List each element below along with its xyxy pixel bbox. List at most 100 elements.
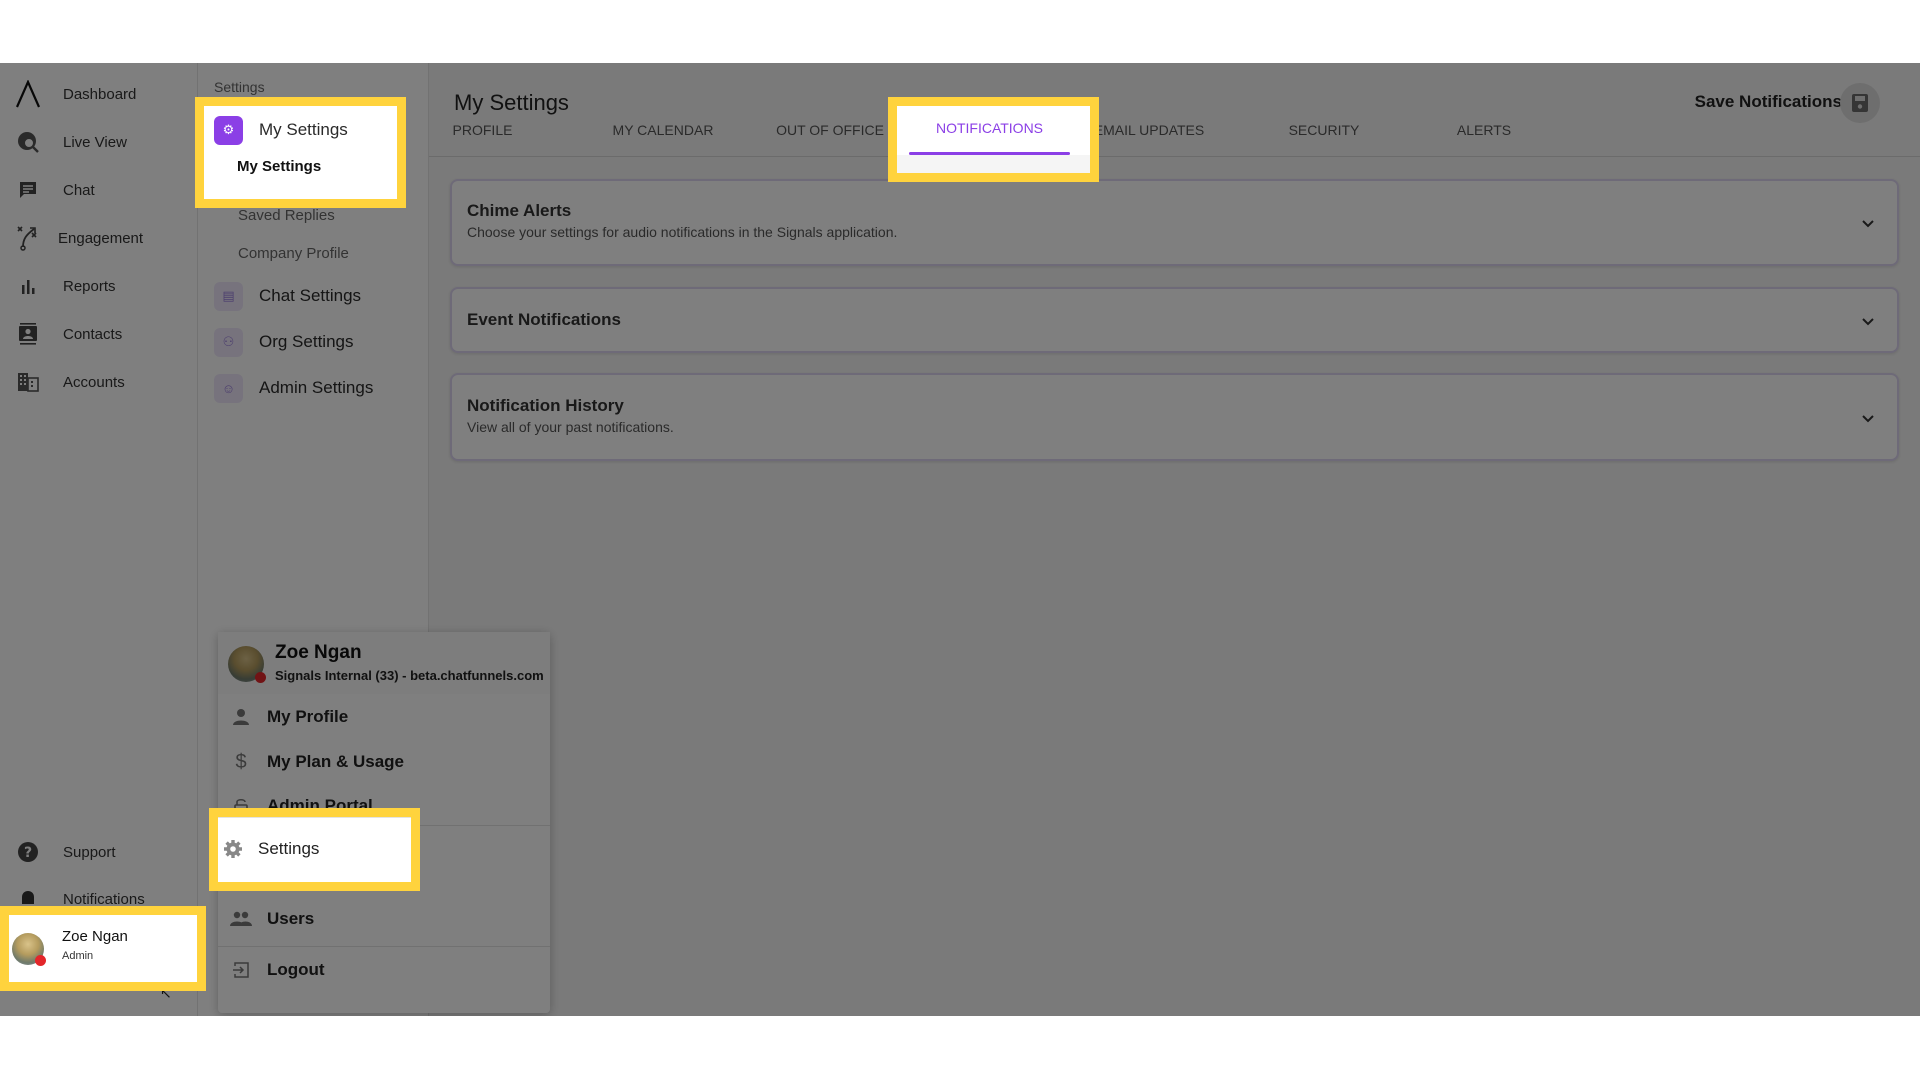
nav-item-live-view[interactable]: Live View [0, 122, 198, 162]
main-content: My Settings Save Notifications PROFILE M… [429, 63, 1920, 1016]
menu-item-label: Settings [258, 839, 320, 858]
settings-submenu-header: Settings [214, 79, 265, 95]
section-title: Notification History [467, 396, 624, 415]
status-dot [35, 955, 46, 966]
user-org: Signals Internal (33) - beta.chatfunnels… [275, 668, 544, 683]
menu-divider [218, 817, 411, 818]
person-icon [230, 706, 252, 728]
nav-label: Live View [63, 133, 127, 151]
section-description: Choose your settings for audio notificat… [467, 224, 898, 240]
submenu-item-company-profile[interactable]: Company Profile [238, 245, 349, 262]
tab-email-updates[interactable]: EMAIL UPDATES [1084, 121, 1214, 157]
app-window: Dashboard Live View Chat Engagement Repo… [0, 63, 1920, 1016]
submenu-group-label: Chat Settings [259, 286, 362, 305]
nav-item-accounts[interactable]: Accounts [0, 362, 198, 402]
logout-icon [230, 959, 252, 981]
submenu-group-org-settings[interactable]: ⚇ Org Settings [214, 325, 354, 359]
menu-item-my-profile[interactable]: My Profile [218, 695, 550, 739]
menu-item-label: My Plan & Usage [267, 752, 404, 771]
nav-label: Notifications [63, 890, 145, 908]
submenu-group-label: My Settings [259, 120, 348, 139]
save-button[interactable] [1840, 83, 1880, 123]
svg-text:?: ? [24, 845, 32, 861]
strategy-icon [15, 225, 41, 251]
building-icon [15, 369, 41, 395]
bar-chart-icon [15, 273, 41, 299]
dollar-icon: $ [235, 750, 247, 773]
user-role: Admin [62, 950, 94, 962]
section-description: View all of your past notifications. [467, 419, 674, 435]
logo-caret-icon [15, 80, 41, 108]
status-dot [255, 672, 266, 683]
nav-label: Contacts [63, 325, 123, 343]
submenu-group-label: Org Settings [259, 332, 354, 351]
nav-item-engagement[interactable]: Engagement [0, 218, 198, 258]
menu-item-label: Users [267, 909, 315, 928]
globe-search-icon [15, 129, 41, 155]
avatar [12, 933, 46, 966]
user-chip[interactable]: Zoe Ngan Admin [9, 915, 197, 982]
tab-notifications-highlight[interactable]: NOTIFICATIONS [909, 119, 1070, 155]
submenu-group-label: Admin Settings [259, 378, 374, 397]
nav-label: Accounts [63, 373, 125, 391]
tab-security[interactable]: SECURITY [1259, 121, 1389, 157]
highlight-user-chip: Zoe Ngan Admin [0, 906, 206, 991]
section-title: Chime Alerts [467, 201, 572, 220]
page-title: My Settings [454, 90, 569, 115]
submenu-item-my-settings-highlight[interactable]: My Settings [237, 158, 321, 175]
gear-icon: ⚙ [214, 115, 243, 145]
nav-label: Chat [63, 181, 95, 199]
highlight-notifications-tab: NOTIFICATIONS [888, 97, 1099, 182]
contact-card-icon [15, 321, 41, 347]
menu-item-settings[interactable]: Settings [218, 827, 408, 871]
submenu-group-my-settings-highlight[interactable]: ⚙ My Settings [214, 113, 348, 147]
nav-item-chat[interactable]: Chat [0, 170, 198, 210]
submenu-group-admin-settings[interactable]: ☺ Admin Settings [214, 371, 373, 405]
floppy-disk-icon [1852, 94, 1868, 112]
menu-item-my-plan-usage[interactable]: $ My Plan & Usage [218, 740, 550, 784]
nav-label: Support [63, 843, 116, 861]
chevron-down-icon [1862, 318, 1874, 326]
nav-label: Engagement [58, 229, 144, 247]
gear-icon [222, 838, 244, 860]
settings-tabs: PROFILE MY CALENDAR OUT OF OFFICE NOTIFI… [429, 121, 1920, 157]
people-icon [230, 908, 252, 930]
tab-profile[interactable]: PROFILE [429, 121, 536, 157]
chevron-down-icon [1862, 415, 1874, 423]
section-notification-history[interactable]: Notification History View all of your pa… [450, 373, 1899, 461]
menu-item-label: Logout [267, 960, 325, 979]
menu-item-logout[interactable]: Logout [218, 948, 550, 992]
user-name: Zoe Ngan [275, 642, 362, 663]
tab-out-of-office[interactable]: OUT OF OFFICE [754, 121, 906, 157]
user-name: Zoe Ngan [62, 928, 128, 945]
nav-item-support[interactable]: ? Support [0, 832, 198, 872]
nav-label: Reports [63, 277, 116, 295]
tab-underline-area [897, 155, 1090, 173]
highlight-my-settings: ⚙ My Settings My Settings [195, 97, 406, 208]
help-circle-icon: ? [15, 839, 41, 865]
chat-settings-icon: ▤ [214, 281, 243, 311]
section-title: Event Notifications [467, 310, 621, 329]
avatar [228, 646, 266, 683]
tab-alerts[interactable]: ALERTS [1419, 121, 1549, 157]
chevron-down-icon [1862, 220, 1874, 228]
highlight-settings-menu-item: Settings [209, 808, 420, 891]
nav-label: Dashboard [63, 85, 137, 103]
nav-item-reports[interactable]: Reports [0, 266, 198, 306]
left-nav: Dashboard Live View Chat Engagement Repo… [0, 63, 198, 1016]
nav-item-contacts[interactable]: Contacts [0, 314, 198, 354]
section-chime-alerts[interactable]: Chime Alerts Choose your settings for au… [450, 179, 1899, 266]
nav-item-dashboard[interactable]: Dashboard [0, 74, 198, 114]
tab-my-calendar[interactable]: MY CALENDAR [589, 121, 737, 157]
org-icon: ⚇ [214, 327, 243, 357]
menu-item-users[interactable]: Users [218, 897, 550, 941]
submenu-group-chat-settings[interactable]: ▤ Chat Settings [214, 279, 361, 313]
save-notifications-label[interactable]: Save Notifications [1695, 92, 1842, 112]
submenu-item-saved-replies[interactable]: Saved Replies [238, 207, 335, 224]
menu-item-label: My Profile [267, 707, 349, 726]
admin-icon: ☺ [214, 373, 243, 403]
chat-bubble-icon [15, 177, 41, 203]
user-menu-header: Zoe Ngan Signals Internal (33) - beta.ch… [218, 632, 550, 694]
menu-divider [218, 946, 550, 947]
section-event-notifications[interactable]: Event Notifications [450, 287, 1899, 353]
